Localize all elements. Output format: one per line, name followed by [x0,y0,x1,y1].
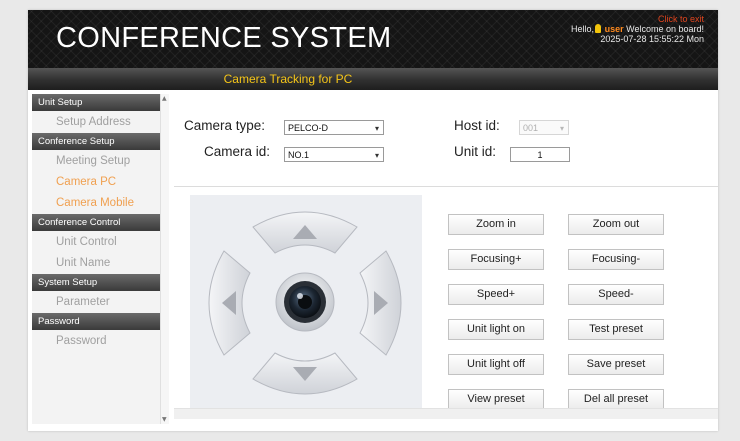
unit-id-label: Unit id: [454,144,497,159]
speed-plus-button[interactable]: Speed+ [448,284,544,305]
camera-id-select[interactable]: NO.1 ▾ [284,147,384,162]
pan-down-button[interactable] [249,349,361,401]
direction-pad [202,205,408,401]
camera-lens-icon [284,281,326,323]
host-id-select: 001 ▾ [519,120,569,135]
zoom-out-button[interactable]: Zoom out [568,214,664,235]
sidebar-item-parameter[interactable]: Parameter [32,292,160,313]
camera-type-select[interactable]: PELCO-D ▾ [284,120,384,135]
sidebar-item-camera-pc[interactable]: Camera PC [32,172,160,193]
sidebar: Unit Setup Setup Address Conference Setu… [32,94,161,424]
datetime: 2025-07-28 15:55:22 Mon [600,34,704,44]
pan-left-button[interactable] [202,247,254,359]
page-title: Camera Tracking for PC [223,72,353,86]
exit-link[interactable]: Click to exit [571,14,704,24]
pan-right-button[interactable] [356,247,408,359]
sidebar-section-conference-setup[interactable]: Conference Setup [32,133,160,150]
focusing-minus-button[interactable]: Focusing- [568,249,664,270]
chevron-down-icon: ▾ [374,151,379,160]
unit-light-off-button[interactable]: Unit light off [448,354,544,375]
greeting-prefix: Hello, [571,24,595,34]
camera-id-label: Camera id: [204,144,271,159]
scroll-down-icon[interactable]: ▼ [162,416,167,423]
sidebar-item-meeting-setup[interactable]: Meeting Setup [32,151,160,172]
unit-light-on-button[interactable]: Unit light on [448,319,544,340]
sidebar-section-password[interactable]: Password [32,313,160,330]
sidebar-item-unit-control[interactable]: Unit Control [32,232,160,253]
scroll-up-icon[interactable]: ▲ [162,95,167,102]
sidebar-section-unit-setup[interactable]: Unit Setup [32,94,160,111]
sidebar-section-conference-control[interactable]: Conference Control [32,214,160,231]
speed-minus-button[interactable]: Speed- [568,284,664,305]
unit-id-input[interactable]: 1 [510,147,570,162]
header: CONFERENCE SYSTEM Click to exit Hello, u… [28,10,718,68]
main-content: Camera type: PELCO-D ▾ Camera id: NO.1 ▾… [174,94,718,431]
del-all-preset-button[interactable]: Del all preset [568,389,664,410]
app-title: CONFERENCE SYSTEM [56,22,392,54]
zoom-in-button[interactable]: Zoom in [448,214,544,235]
camera-type-value: PELCO-D [288,123,329,133]
sidebar-item-unit-name[interactable]: Unit Name [32,253,160,274]
focusing-plus-button[interactable]: Focusing+ [448,249,544,270]
host-id-value: 001 [523,123,539,133]
save-preset-button[interactable]: Save preset [568,354,664,375]
sidebar-scrollbar[interactable]: ▲ ▼ [160,94,169,424]
user-icon [595,24,602,33]
sidebar-item-password[interactable]: Password [32,331,160,352]
chevron-down-icon: ▾ [374,124,379,133]
pan-up-button[interactable] [249,205,361,257]
sidebar-item-setup-address[interactable]: Setup Address [32,112,160,133]
header-user-info: Click to exit Hello, user Welcome on boa… [571,14,704,44]
chevron-down-icon: ▾ [559,124,564,133]
subtitle-bar: Camera Tracking for PC [28,68,718,90]
view-preset-button[interactable]: View preset [448,389,544,410]
horizontal-scrollbar[interactable] [174,408,718,419]
ptz-control-area [190,195,422,411]
test-preset-button[interactable]: Test preset [568,319,664,340]
camera-settings-form: Camera type: PELCO-D ▾ Camera id: NO.1 ▾… [174,94,718,187]
app-frame: CONFERENCE SYSTEM Click to exit Hello, u… [28,10,718,431]
greeting-suffix: Welcome on board! [626,24,704,34]
sidebar-item-camera-mobile[interactable]: Camera Mobile [32,193,160,214]
camera-type-label: Camera type: [184,118,266,133]
host-id-label: Host id: [454,118,500,133]
camera-center-button[interactable] [275,272,335,332]
sidebar-section-system-setup[interactable]: System Setup [32,274,160,291]
username: user [604,24,624,34]
camera-id-value: NO.1 [288,150,310,160]
